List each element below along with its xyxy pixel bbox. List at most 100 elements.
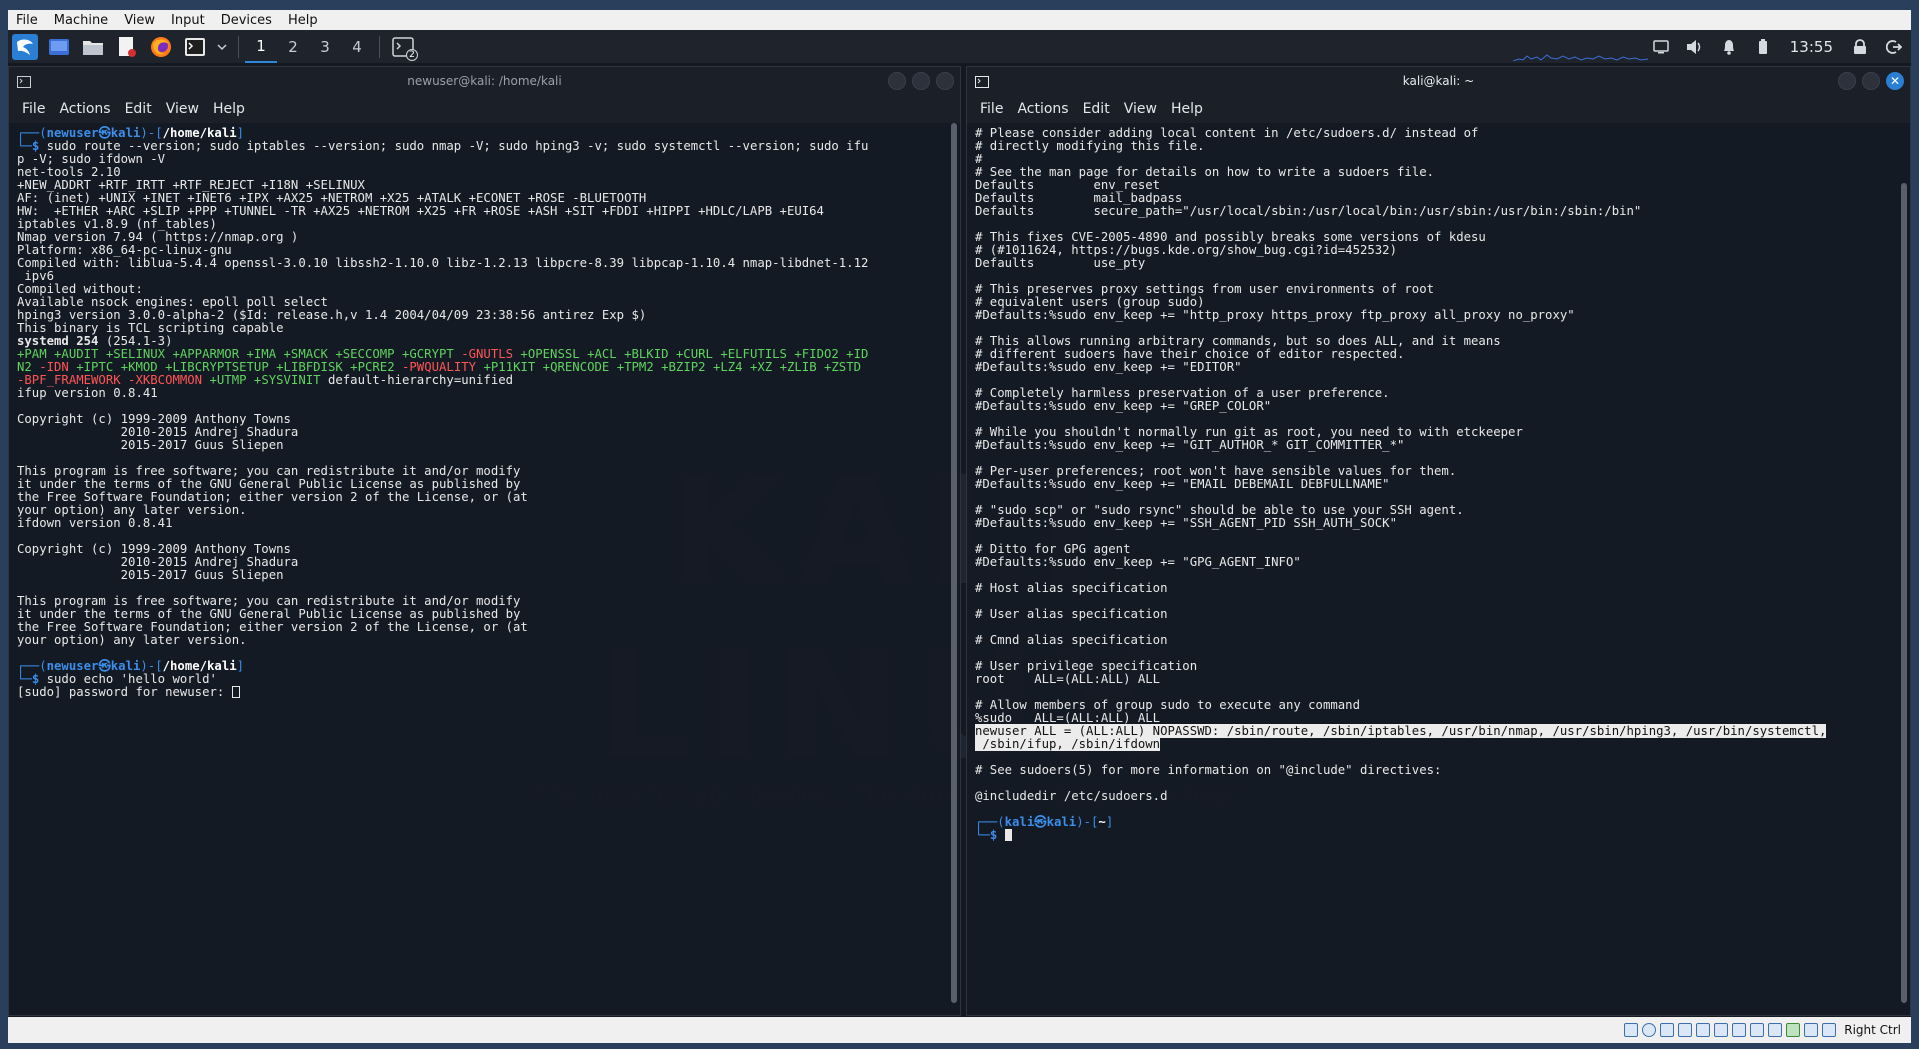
output-block: ifup version 0.8.41 Copyright (c) 1999-2… — [17, 386, 528, 647]
cpu-icon[interactable] — [1768, 1023, 1783, 1037]
show-desktop-icon[interactable] — [45, 33, 73, 61]
menu-edit[interactable]: Edit — [1076, 101, 1117, 117]
scrollbar-thumb[interactable] — [951, 123, 957, 1003]
scrollbar[interactable] — [950, 123, 958, 1011]
vbox-menu-view[interactable]: View — [116, 13, 163, 28]
kali-menu-icon[interactable] — [11, 33, 39, 61]
hard-disk-icon[interactable] — [1624, 1023, 1639, 1037]
menu-view[interactable]: View — [1117, 101, 1164, 117]
workspace-3[interactable]: 3 — [309, 30, 341, 63]
password-prompt: [sudo] password for newuser: — [17, 685, 232, 699]
vbox-menu-devices[interactable]: Devices — [213, 13, 280, 28]
window-count-badge: 2 — [406, 48, 418, 61]
host-key-arrow-icon[interactable] — [1822, 1023, 1837, 1037]
text-cursor — [1004, 829, 1012, 841]
systemd-flags: +IPTC +KMOD +LIBCRYPTSETUP +LIBFDISK +PC… — [68, 360, 402, 374]
close-button[interactable] — [936, 72, 954, 90]
menu-help[interactable]: Help — [206, 101, 252, 117]
lock-icon[interactable] — [1843, 38, 1877, 55]
menu-file[interactable]: File — [15, 101, 52, 117]
scrollbar[interactable] — [1900, 123, 1908, 1011]
sudoers-content: # Please consider adding local content i… — [975, 126, 1642, 725]
menu-file[interactable]: File — [973, 101, 1010, 117]
terminal-window-kali[interactable]: kali@kali: ~ ✕ File Actions Edit View He… — [966, 66, 1911, 1016]
prompt-path: ~ — [1098, 815, 1106, 829]
firefox-icon[interactable] — [147, 33, 175, 61]
prompt-user: newuser — [46, 126, 99, 140]
systemd-flags: -GNUTLS — [461, 347, 514, 361]
logout-icon[interactable] — [1877, 39, 1911, 55]
terminal-output[interactable]: # Please consider adding local content i… — [967, 123, 1896, 1015]
workspace-2[interactable]: 2 — [277, 30, 309, 63]
battery-icon[interactable] — [1746, 38, 1780, 55]
usb-icon[interactable] — [1696, 1023, 1711, 1037]
systemd-flags: +PAM +AUDIT +SELINUX +APPARMOR +IMA +SMA… — [17, 347, 462, 361]
terminal-output[interactable]: ┌──(newuser㉿kali)-[/home/kali] └─$ sudo … — [9, 123, 946, 1015]
menu-view[interactable]: View — [159, 101, 206, 117]
prompt-user: newuser — [46, 659, 99, 673]
network-icon[interactable] — [1678, 1023, 1693, 1037]
selected-text[interactable]: newuser ALL = (ALL:ALL) NOPASSWD: /sbin/… — [975, 724, 1827, 738]
shared-folders-icon[interactable] — [1714, 1023, 1729, 1037]
prompt-path: /home/kali — [162, 659, 237, 673]
video-capture-icon[interactable] — [1750, 1023, 1765, 1037]
terminal-window-icon — [17, 73, 31, 92]
systemd-version: (254.1-3) — [98, 334, 173, 348]
close-button[interactable]: ✕ — [1886, 72, 1904, 90]
command-line: sudo route --version; sudo iptables --ve… — [46, 139, 869, 153]
audio-icon[interactable] — [1660, 1023, 1675, 1037]
workspace-4[interactable]: 4 — [341, 30, 373, 63]
minimize-button[interactable] — [888, 72, 906, 90]
text-cursor — [231, 686, 240, 698]
panel-separator — [379, 35, 380, 58]
clock[interactable]: 13:55 — [1780, 38, 1843, 56]
menu-actions[interactable]: Actions — [1010, 101, 1075, 117]
menu-actions[interactable]: Actions — [52, 101, 117, 117]
systemd-flags: N2 — [17, 360, 40, 374]
mouse-integration-icon[interactable] — [1804, 1023, 1819, 1037]
panel-separator — [238, 35, 239, 58]
command-line-wrap: p -V; sudo ifdown -V — [17, 152, 166, 166]
cpu-graph — [1513, 54, 1648, 61]
window-titlebar[interactable]: kali@kali: ~ ✕ — [967, 67, 1910, 95]
vbox-menu-help[interactable]: Help — [280, 13, 326, 28]
selected-text[interactable]: /sbin/ifup, /sbin/ifdown — [975, 737, 1161, 751]
scrollbar-thumb[interactable] — [1901, 183, 1907, 1003]
menu-edit[interactable]: Edit — [118, 101, 159, 117]
notification-bell-icon[interactable] — [1712, 39, 1746, 55]
window-titlebar[interactable]: newuser@kali: /home/kali — [9, 67, 960, 95]
terminal-window-newuser[interactable]: newuser@kali: /home/kali File Actions Ed… — [8, 66, 961, 1016]
terminal-menubar: File Actions Edit View Help — [967, 95, 1910, 123]
prompt-host: kali — [110, 659, 141, 673]
menu-help[interactable]: Help — [1164, 101, 1210, 117]
systemd-flags: -IDN — [39, 360, 69, 374]
systemd-name: systemd 254 — [17, 334, 99, 348]
window-title: newuser@kali: /home/kali — [407, 74, 562, 88]
vbox-statusbar: Right Ctrl — [8, 1017, 1911, 1043]
host-key-label: Right Ctrl — [1844, 1023, 1901, 1037]
optical-drive-icon[interactable] — [1642, 1023, 1657, 1037]
volume-icon[interactable] — [1678, 39, 1712, 55]
maximize-button[interactable] — [912, 72, 930, 90]
maximize-button[interactable] — [1862, 72, 1880, 90]
chevron-down-icon[interactable] — [215, 33, 229, 61]
prompt-host: kali — [1046, 815, 1077, 829]
window-title: kali@kali: ~ — [1402, 74, 1475, 88]
text-editor-icon[interactable] — [113, 33, 141, 61]
systemd-flags: +P11KIT +QRENCODE +TPM2 +BZIP2 +LZ4 +XZ … — [476, 360, 862, 374]
display-icon[interactable] — [1732, 1023, 1747, 1037]
guest-additions-icon[interactable] — [1786, 1023, 1801, 1037]
workspace-1[interactable]: 1 — [245, 30, 277, 63]
terminal-launcher-icon[interactable] — [181, 33, 209, 61]
vbox-menu-input[interactable]: Input — [163, 13, 213, 28]
taskbar-terminal-icon[interactable]: 2 — [389, 33, 418, 61]
vbox-menu-machine[interactable]: Machine — [46, 13, 116, 28]
minimize-button[interactable] — [1838, 72, 1856, 90]
systemd-flags: +OPENSSL +ACL +BLKID +CURL +ELFUTILS +FI… — [513, 347, 869, 361]
output-block: net-tools 2.10 +NEW_ADDRT +RTF_IRTT +RTF… — [17, 165, 869, 335]
file-manager-icon[interactable] — [79, 33, 107, 61]
systemd-flags: -BPF_FRAMEWORK -XKBCOMMON — [17, 373, 203, 387]
vbox-menu-file[interactable]: File — [8, 13, 46, 28]
display-icon[interactable] — [1644, 39, 1678, 54]
prompt-path: /home/kali — [162, 126, 237, 140]
